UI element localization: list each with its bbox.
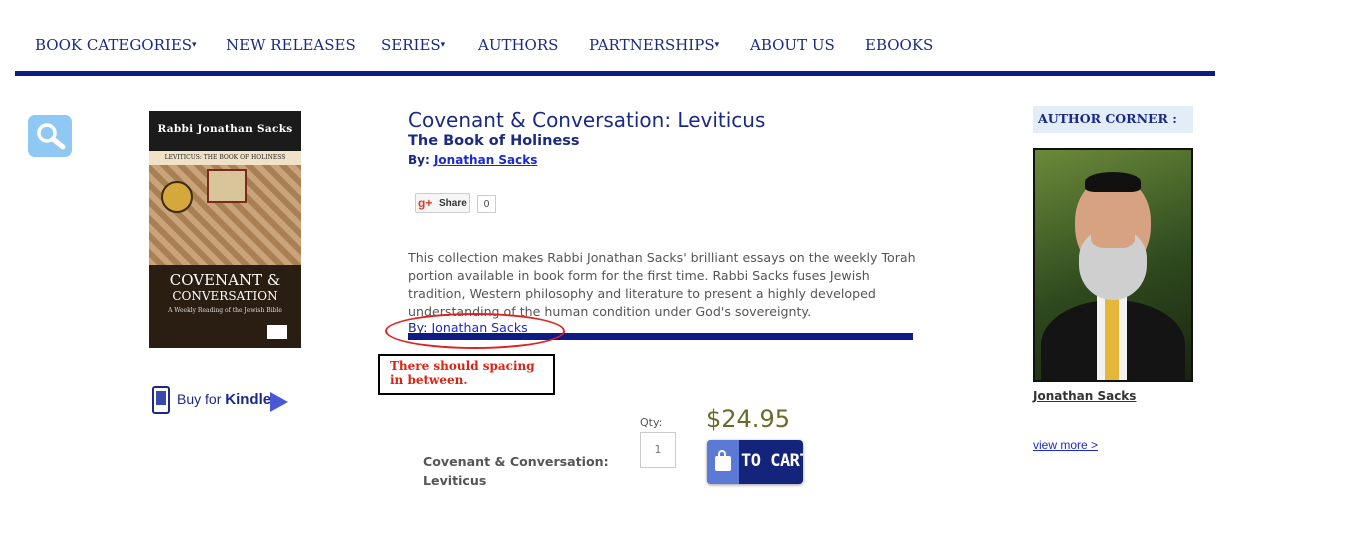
author-photo[interactable]	[1033, 148, 1193, 382]
nav-label: EBOOKS	[865, 36, 934, 54]
book-cover-image[interactable]: Rabbi Jonathan Sacks LEVITICUS: THE BOOK…	[149, 111, 301, 348]
share-count: 0	[477, 195, 496, 213]
nav-series[interactable]: SERIES▾	[381, 36, 445, 54]
annotation-note: There should spacing in between.	[378, 354, 555, 395]
nav-label: BOOK CATEGORIES	[35, 36, 193, 54]
search-icon	[37, 123, 66, 150]
photo-kippah	[1085, 172, 1141, 192]
product-subtitle: The Book of Holiness	[408, 133, 580, 149]
cover-series-line: LEVITICUS: THE BOOK OF HOLINESS	[149, 151, 301, 165]
chevron-down-icon: ▾	[714, 40, 720, 50]
nav-new-releases[interactable]: NEW RELEASES	[226, 36, 356, 54]
google-plus-icon: g+	[418, 196, 433, 210]
product-title: Covenant & Conversation: Leviticus	[408, 108, 766, 132]
search-button[interactable]	[28, 115, 72, 157]
author-corner-name-link[interactable]: Jonathan Sacks	[1033, 389, 1136, 403]
author-link[interactable]: Jonathan Sacks	[434, 153, 537, 167]
publisher-logo-icon	[267, 325, 287, 339]
nav-about-us[interactable]: ABOUT US	[750, 36, 835, 54]
nav-label: NEW RELEASES	[226, 36, 356, 54]
nav-book-categories[interactable]: BOOK CATEGORIES▾	[35, 36, 197, 54]
shopping-bag-icon	[707, 440, 739, 484]
cart-item-name: Covenant & Conversation: Leviticus	[423, 454, 609, 488]
photo-tie	[1105, 298, 1119, 380]
annotation-circle	[385, 313, 565, 349]
nav-label: SERIES	[381, 36, 441, 54]
play-arrow-icon	[270, 392, 288, 412]
google-plus-share-button[interactable]: g+ Share	[415, 193, 470, 213]
award-seal-icon	[161, 181, 193, 213]
qty-label: Qty:	[640, 416, 663, 429]
chevron-down-icon: ▾	[440, 40, 446, 50]
quantity-input[interactable]: 1	[640, 432, 676, 468]
author-corner-header: AUTHOR CORNER :	[1033, 106, 1193, 133]
product-description: This collection makes Rabbi Jonathan Sac…	[408, 250, 916, 319]
product-byline: By: Jonathan Sacks	[408, 153, 537, 167]
kindle-screen	[156, 391, 166, 405]
bag-body	[715, 456, 731, 471]
nav-label: PARTNERSHIPS	[589, 36, 715, 54]
photo-face	[1091, 218, 1135, 248]
chevron-down-icon: ▾	[192, 40, 197, 50]
cover-tagline: A Weekly Reading of the Jewish Bible	[168, 307, 282, 314]
nav-authors[interactable]: AUTHORS	[478, 36, 558, 54]
share-label: Share	[439, 198, 467, 209]
cover-author: Rabbi Jonathan Sacks	[157, 123, 293, 135]
kindle-label: Buy for Kindle	[177, 391, 271, 408]
nav-label: ABOUT US	[750, 36, 835, 54]
nav-label: AUTHORS	[478, 36, 559, 54]
view-more-link[interactable]: view more >	[1033, 438, 1098, 452]
cover-tabernacle-art	[207, 169, 247, 203]
author-corner-heading: AUTHOR CORNER :	[1038, 111, 1177, 126]
nav-partnerships[interactable]: PARTNERSHIPS▾	[589, 36, 719, 54]
cart-label: TO CART	[741, 451, 803, 471]
add-to-cart-button[interactable]: TO CART	[707, 440, 803, 484]
kindle-prefix: Buy for	[177, 391, 222, 407]
kindle-icon	[152, 386, 170, 414]
product-price: $24.95	[706, 405, 790, 433]
by-label: By:	[408, 153, 430, 167]
kindle-brand: Kindle	[225, 391, 272, 408]
buy-for-kindle-button[interactable]: Buy for Kindle	[152, 385, 292, 417]
main-nav: BOOK CATEGORIES▾ NEW RELEASES SERIES▾ AU…	[15, 0, 1215, 76]
cover-title-line1: COVENANT &	[169, 271, 281, 289]
nav-ebooks[interactable]: EBOOKS	[865, 36, 933, 54]
cover-title-line2: CONVERSATION	[172, 289, 278, 303]
